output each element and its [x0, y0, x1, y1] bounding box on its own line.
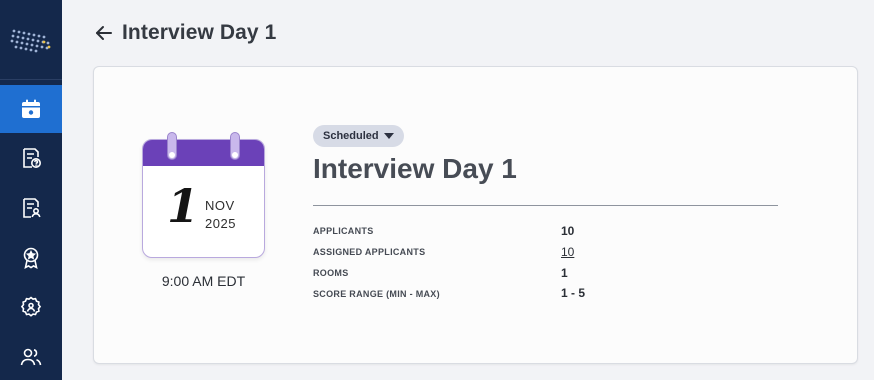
calendar-icon [22, 99, 40, 118]
stat-label-score-range: SCORE RANGE (MIN - MAX) [313, 289, 440, 299]
event-title: Interview Day 1 [313, 153, 517, 184]
status-label: Scheduled [323, 130, 379, 142]
sidebar-item-evaluation[interactable] [0, 184, 62, 232]
stat-value-rooms: 1 [561, 266, 568, 280]
assigned-applicants-link[interactable]: 10 [561, 245, 574, 259]
event-time: 9:00 AM EDT [161, 273, 246, 289]
calendar-year: 2025 [205, 216, 236, 231]
caret-down-icon [383, 133, 394, 139]
users-icon [20, 348, 42, 366]
gear-people-icon [20, 296, 42, 317]
award-ribbon-icon [23, 247, 39, 270]
sidebar-item-calendar[interactable] [0, 85, 62, 133]
app-logo[interactable] [0, 0, 62, 80]
calendar-ring-right-icon [230, 132, 240, 160]
stat-value-applicants: 10 [561, 224, 575, 238]
sidebar [0, 0, 62, 380]
calendar-header-band [143, 140, 264, 166]
back-arrow-icon[interactable] [94, 23, 114, 43]
stat-label-assigned-applicants: ASSIGNED APPLICANTS [313, 247, 426, 257]
page-header: Interview Day 1 [94, 19, 276, 47]
sidebar-item-users[interactable] [0, 333, 62, 380]
sidebar-item-review[interactable] [0, 134, 62, 182]
divider [313, 205, 778, 206]
document-person-icon [23, 198, 41, 218]
calendar-month: NOV [205, 198, 235, 213]
event-card: 1 NOV 2025 9:00 AM EDT Scheduled Intervi… [93, 66, 858, 364]
status-dropdown[interactable]: Scheduled [313, 125, 404, 147]
sidebar-item-award[interactable] [0, 234, 62, 282]
calendar-ring-left-icon [167, 132, 177, 160]
stat-label-rooms: ROOMS [313, 268, 349, 278]
dot-grid-logo-icon [10, 29, 51, 52]
page-title: Interview Day 1 [122, 21, 277, 44]
stat-label-applicants: APPLICANTS [313, 226, 374, 236]
sidebar-item-settings[interactable] [0, 283, 62, 331]
stat-value-score-range: 1 - 5 [561, 286, 586, 300]
document-question-icon [23, 148, 41, 168]
calendar-day: 1 [167, 179, 200, 233]
calendar-date-badge: 1 NOV 2025 [142, 139, 265, 258]
